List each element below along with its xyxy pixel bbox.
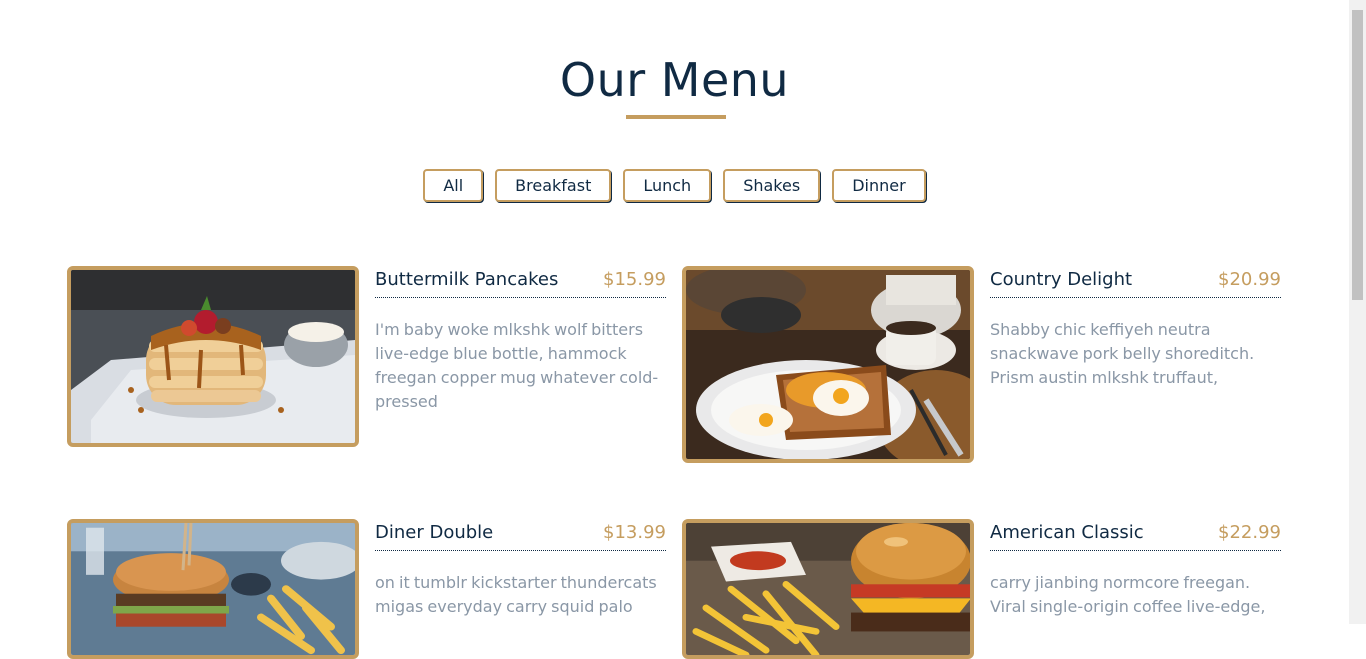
cheeseburger-photo (682, 519, 974, 659)
eggs-toast-photo (682, 266, 974, 463)
scrollbar-thumb[interactable] (1352, 10, 1363, 300)
filter-shakes-button[interactable]: Shakes (723, 169, 821, 202)
item-header: Diner Double $13.99 (375, 519, 666, 551)
item-price: $22.99 (1218, 521, 1281, 543)
item-info: Country Delight $20.99 Shabby chic keffi… (990, 266, 1281, 406)
item-name: Diner Double (375, 521, 494, 543)
item-price: $15.99 (603, 268, 666, 290)
item-description: Shabby chic keffiyeh neutra snackwave po… (990, 320, 1255, 387)
item-info: Buttermilk Pancakes $15.99 I'm baby woke… (375, 266, 666, 430)
item-header: American Classic $22.99 (990, 519, 1281, 551)
item-description: carry jianbing normcore freegan. Viral s… (990, 573, 1266, 616)
item-info: American Classic $22.99 carry jianbing n… (990, 519, 1281, 635)
page-scrollbar[interactable] (1349, 0, 1366, 624)
pancakes-photo (67, 266, 359, 447)
item-description: I'm baby woke mlkshk wolf bitters live-e… (375, 320, 659, 411)
item-name: Country Delight (990, 268, 1133, 290)
item-description: on it tumblr kickstarter thundercats mig… (375, 573, 657, 616)
item-price: $20.99 (1218, 268, 1281, 290)
burger-fries-photo (67, 519, 359, 659)
title-underline (626, 115, 726, 119)
filter-all-button[interactable]: All (423, 169, 484, 202)
filter-dinner-button[interactable]: Dinner (832, 169, 926, 202)
item-price: $13.99 (603, 521, 666, 543)
item-header: Buttermilk Pancakes $15.99 (375, 266, 666, 298)
filter-bar: All Breakfast Lunch Shakes Dinner (0, 169, 1349, 202)
page-title: Our Menu (559, 53, 790, 107)
item-name: Buttermilk Pancakes (375, 268, 559, 290)
item-info: Diner Double $13.99 on it tumblr kicksta… (375, 519, 666, 635)
filter-breakfast-button[interactable]: Breakfast (495, 169, 612, 202)
item-header: Country Delight $20.99 (990, 266, 1281, 298)
filter-lunch-button[interactable]: Lunch (623, 169, 712, 202)
item-name: American Classic (990, 521, 1144, 543)
menu-page: Our Menu All Breakfast Lunch Shakes Dinn… (0, 0, 1349, 659)
